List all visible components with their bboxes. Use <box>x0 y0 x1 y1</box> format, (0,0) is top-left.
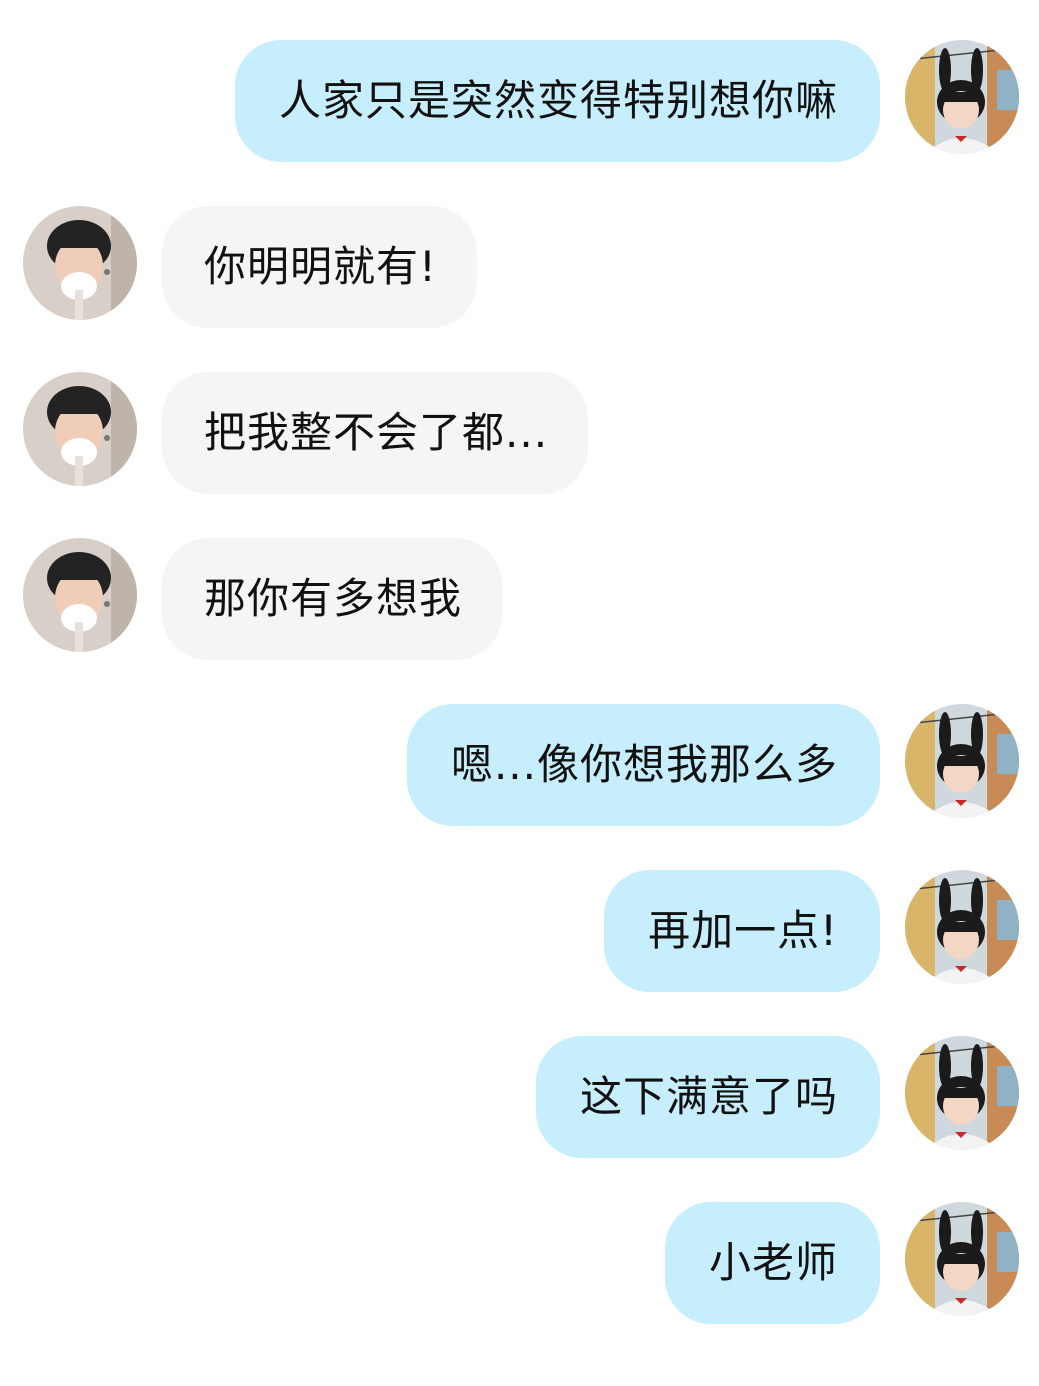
sent-message-bubble[interactable]: 人家只是突然变得特别想你嘛 <box>234 40 880 162</box>
message-row: 那你有多想我 <box>0 538 1039 660</box>
boy-avatar-icon[interactable] <box>23 538 137 652</box>
received-message-bubble[interactable]: 那你有多想我 <box>162 538 503 660</box>
message-row: 这下满意了吗 <box>0 1036 1039 1158</box>
message-row: 嗯...像你想我那么多 <box>0 704 1039 826</box>
sent-message-bubble[interactable]: 嗯...像你想我那么多 <box>406 704 880 826</box>
girl-avatar-icon[interactable] <box>905 40 1019 154</box>
girl-avatar-icon[interactable] <box>905 1036 1019 1150</box>
received-message-bubble[interactable]: 你明明就有! <box>162 206 477 328</box>
message-row: 人家只是突然变得特别想你嘛 <box>0 40 1039 162</box>
message-row: 再加一点! <box>0 870 1039 992</box>
chat-conversation: 人家只是突然变得特别想你嘛 你明明就有! 把我整不会了都... 那你有多想我 嗯… <box>0 0 1039 1386</box>
girl-avatar-icon[interactable] <box>905 1202 1019 1316</box>
boy-avatar-icon[interactable] <box>23 372 137 486</box>
sent-message-bubble[interactable]: 小老师 <box>664 1202 880 1324</box>
received-message-bubble[interactable]: 把我整不会了都... <box>162 372 589 494</box>
sent-message-bubble[interactable]: 再加一点! <box>604 870 880 992</box>
message-row: 小老师 <box>0 1202 1039 1324</box>
girl-avatar-icon[interactable] <box>905 704 1019 818</box>
message-row: 你明明就有! <box>0 206 1039 328</box>
boy-avatar-icon[interactable] <box>23 206 137 320</box>
sent-message-bubble[interactable]: 这下满意了吗 <box>535 1036 880 1158</box>
message-row: 把我整不会了都... <box>0 372 1039 494</box>
girl-avatar-icon[interactable] <box>905 870 1019 984</box>
